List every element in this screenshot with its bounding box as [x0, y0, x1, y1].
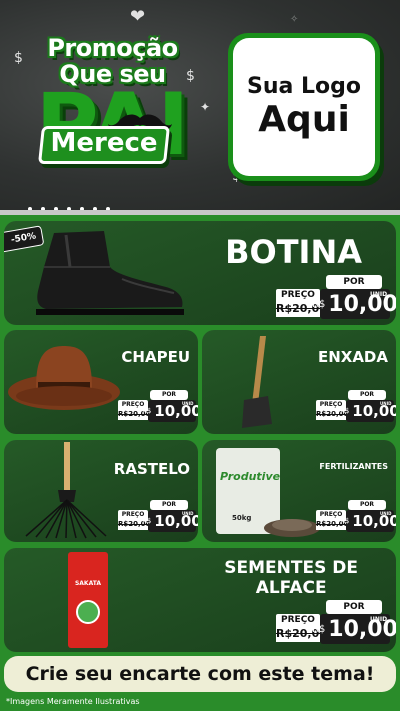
- promo-title-line1: Promoção: [47, 34, 178, 62]
- product-card-rastelo: RASTELO POR PREÇO R$20,00 R$ 10,00 UNID: [4, 440, 198, 542]
- product-name-line2: ALFACE: [255, 578, 327, 598]
- price-por-label: POR: [348, 390, 386, 400]
- product-card-sementes: SAKATA SEMENTES DE ALFACE POR PREÇO R$20…: [4, 548, 396, 652]
- package-weight: 50kg: [232, 514, 252, 522]
- price-por-label: POR: [326, 600, 382, 614]
- price-tag: POR PREÇO R$20,00 R$ 10,00 UNID: [276, 273, 396, 321]
- price-tag: POR PREÇO R$20,00 R$ 10,00 UNID: [316, 498, 396, 534]
- currency: R$: [340, 517, 350, 525]
- hoe-image: [242, 336, 272, 428]
- decorative-dots: [28, 196, 119, 210]
- rake-image: [25, 442, 107, 539]
- price-por-label: POR: [150, 500, 188, 510]
- product-name: RASTELO: [113, 460, 190, 478]
- product-name: FERTILIZANTES: [319, 462, 388, 471]
- currency: R$: [312, 298, 326, 310]
- product-name: CHAPEU: [121, 348, 190, 366]
- merece-text: Merece: [50, 128, 158, 158]
- currency: R$: [340, 407, 350, 415]
- logo-text-line2: Aqui: [258, 99, 350, 140]
- price-por-label: POR: [348, 500, 386, 510]
- unit-label: UNID: [370, 291, 388, 298]
- heart-icon: ❤: [130, 6, 146, 27]
- currency: R$: [142, 517, 152, 525]
- price-tag: POR PREÇO R$20,00 R$ 10,00 UNID: [316, 388, 396, 424]
- sparkle-icon: ✧: [290, 14, 299, 25]
- unit-label: UNID: [380, 401, 392, 406]
- price-por-label: POR: [150, 390, 188, 400]
- price-tag: POR PREÇO R$20,00 R$ 10,00 UNID: [276, 598, 396, 648]
- unit-label: UNID: [182, 511, 194, 516]
- unit-label: UNID: [370, 616, 388, 623]
- price-por-label: POR: [326, 275, 382, 289]
- logo-placeholder: Sua Logo Aqui: [228, 33, 380, 181]
- package-brand: SAKATA: [74, 580, 102, 587]
- currency: R$: [142, 407, 152, 415]
- currency: R$: [312, 623, 326, 635]
- product-name: SEMENTES DE ALFACE: [224, 558, 358, 598]
- unit-label: UNID: [380, 511, 392, 516]
- product-card-chapeu: CHAPEU POR PREÇO R$20,00 R$ 10,00 UNID: [4, 330, 198, 434]
- product-name: BOTINA: [225, 233, 362, 271]
- fertilizer-pile-image: [264, 519, 320, 537]
- boot-image: [36, 231, 184, 315]
- seed-packet-image: SAKATA: [68, 552, 108, 648]
- hat-image: [8, 346, 120, 410]
- price-tag: POR PREÇO R$20,00 R$ 10,00 UNID: [118, 498, 198, 534]
- promo-title: Promoção Que seu PAI Merece: [10, 30, 215, 200]
- package-brand: Produtive: [220, 470, 281, 483]
- disclaimer-text: *Imagens Meramente Ilustrativas: [6, 697, 140, 706]
- cta-banner[interactable]: Crie seu encarte com este tema!: [4, 656, 396, 692]
- logo-text-line1: Sua Logo: [246, 74, 361, 99]
- product-card-enxada: ENXADA POR PREÇO R$20,00 R$ 10,00 UNID: [202, 330, 396, 434]
- unit-label: UNID: [182, 401, 194, 406]
- product-name: ENXADA: [317, 348, 388, 366]
- header-banner: ❤ $ $ $ $ ✦ ✧ Promoção Que seu PAI Merec…: [0, 0, 400, 210]
- product-card-botina: -50% BOTINA POR PREÇO R$20,00 R$ 10,00 UN…: [4, 221, 396, 325]
- product-name-line1: SEMENTES DE: [224, 558, 358, 578]
- product-card-fertilizantes: Produtive 50kg FERTILIZANTES POR PREÇO R…: [202, 440, 396, 542]
- price-tag: POR PREÇO R$20,00 R$ 10,00 UNID: [118, 388, 198, 424]
